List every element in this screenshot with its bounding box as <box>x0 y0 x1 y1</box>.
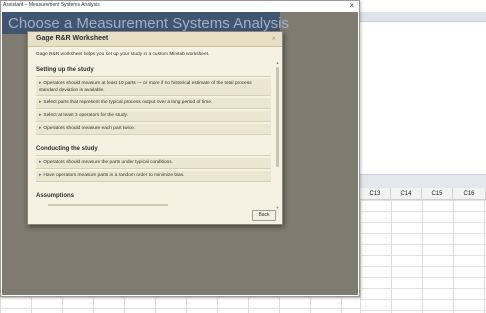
close-icon[interactable]: × <box>349 1 354 10</box>
worksheet-header-band <box>360 174 486 188</box>
section-divider <box>36 76 271 77</box>
screen: C13 C14 C15 C16 Assistant – Measurement … <box>0 0 486 313</box>
bullet-item: Operators should measure the parts under… <box>36 158 271 169</box>
column-header-c15[interactable]: C15 <box>422 188 453 200</box>
section-title-conducting: Conducting the study <box>36 146 98 152</box>
bullet-item: Operators should measure each part twice… <box>36 124 271 135</box>
bullet-text: Operators should measure each part twice… <box>39 126 267 133</box>
dialog-body[interactable]: Gage R&R worksheet helps you set up your… <box>28 47 273 207</box>
bullet-text: Have operators measure parts in a random… <box>39 173 267 180</box>
assistant-window: Assistant – Measurement Systems Analysis… <box>0 0 360 297</box>
column-header-c14[interactable]: C14 <box>391 188 422 200</box>
cut-off-text <box>48 204 168 206</box>
bullet-item: Select at least 3 operators for the stud… <box>36 111 271 122</box>
worksheet-cells[interactable] <box>360 200 486 313</box>
bullet-text: Operators should measure at least 10 par… <box>39 81 267 94</box>
dialog-scrollbar[interactable]: ▲ ▼ <box>275 60 280 210</box>
window-title: Assistant – Measurement Systems Analysis <box>3 2 100 8</box>
bullet-item: Select parts that represent the typical … <box>36 98 271 109</box>
dialog-intro: Gage R&R worksheet helps you set up your… <box>36 52 210 57</box>
bullet-text: Operators should measure the parts under… <box>39 160 267 167</box>
scrollbar-thumb[interactable] <box>276 67 279 167</box>
section-title-assumptions: Assumptions <box>36 193 75 199</box>
dialog-title: Gage R&R Worksheet <box>36 35 109 42</box>
assistant-heading: Choose a Measurement Systems Analysis <box>8 15 289 32</box>
chevron-up-icon[interactable]: ▲ <box>275 60 280 65</box>
section-divider <box>36 155 271 156</box>
column-header-c13[interactable]: C13 <box>360 188 391 200</box>
bullet-item: Have operators measure parts in a random… <box>36 171 271 182</box>
chevron-down-icon[interactable]: ▼ <box>275 205 280 210</box>
bullet-text: Select at least 3 operators for the stud… <box>39 113 267 120</box>
section-title-setting-up: Setting up the study <box>36 67 94 73</box>
window-titlebar: Assistant – Measurement Systems Analysis… <box>1 1 359 12</box>
back-button[interactable]: Back <box>252 210 276 221</box>
bullet-text: Select parts that represent the typical … <box>39 100 267 107</box>
worksheet-cells-bottom[interactable] <box>0 297 360 313</box>
dialog-titlebar: Gage R&R Worksheet × <box>28 32 282 47</box>
column-header-c16[interactable]: C16 <box>453 188 486 200</box>
worksheet-title-band <box>360 12 486 22</box>
dialog-close-icon[interactable]: × <box>271 34 276 44</box>
bullet-item: Operators should measure at least 10 par… <box>36 79 271 96</box>
gage-rr-worksheet-dialog: Gage R&R Worksheet × Gage R&R worksheet … <box>27 31 283 225</box>
